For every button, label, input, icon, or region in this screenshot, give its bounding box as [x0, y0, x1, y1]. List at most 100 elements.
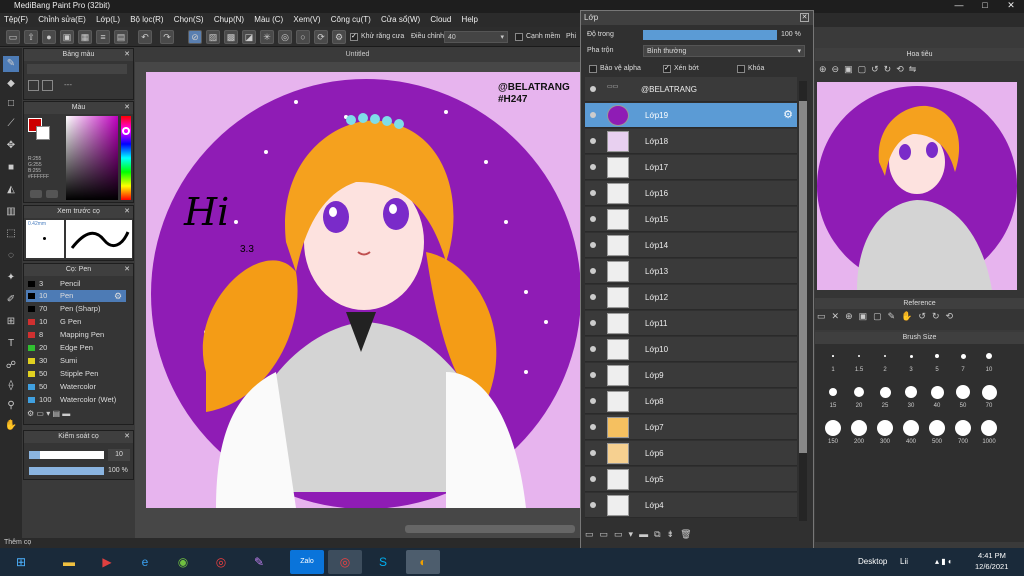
brush-size-dot[interactable] [879, 386, 891, 398]
paint-icon[interactable]: ✎ [242, 550, 276, 574]
close-icon[interactable]: ✕ [124, 102, 130, 114]
brush-size-dot[interactable] [883, 354, 887, 358]
layer-row[interactable]: Lớp13 [585, 259, 797, 284]
palette-file-icon[interactable] [42, 80, 53, 91]
delete-icon[interactable]: 🗑 [680, 529, 697, 539]
undo-icon[interactable]: ↶ [138, 30, 152, 44]
brush-size-dot[interactable] [981, 420, 997, 436]
menu-file[interactable]: Tệp(F) [0, 13, 32, 26]
visibility-icon[interactable] [590, 476, 596, 482]
menu-help[interactable]: Help [458, 13, 482, 26]
brush-item[interactable]: 50 Stipple Pen [26, 368, 126, 380]
visibility-icon[interactable] [590, 138, 596, 144]
layer-row[interactable]: Lớp7 [585, 415, 797, 440]
operation-tool-icon[interactable]: ☍ [3, 358, 19, 374]
antialias-checkbox[interactable] [350, 32, 358, 41]
skype-icon[interactable]: S [366, 550, 400, 574]
brush-item[interactable]: 10 G Pen [26, 316, 126, 328]
zoom-in-icon[interactable]: ⊕ [819, 64, 832, 74]
visibility-icon[interactable] [590, 242, 596, 248]
close-icon[interactable]: ✕ [124, 264, 130, 276]
brush-item[interactable]: 20 Edge Pen [26, 342, 126, 354]
brush-size-dot[interactable] [956, 385, 970, 399]
protect-alpha-checkbox[interactable] [589, 65, 597, 73]
clipping-checkbox[interactable] [663, 64, 671, 73]
color-mode-icon[interactable] [30, 190, 42, 198]
menu-color[interactable]: Màu (C) [250, 13, 287, 26]
ref-actual-icon[interactable]: ▢ [873, 311, 888, 321]
menu-view[interactable]: Xem(V) [289, 13, 324, 26]
navigator-thumbnail[interactable] [817, 82, 1017, 290]
palette-more-icon[interactable]: --- [64, 80, 72, 89]
visibility-icon[interactable] [590, 372, 596, 378]
layer-row[interactable]: Lớp16 [585, 181, 797, 206]
select-tool-icon[interactable]: ⬚ [3, 226, 19, 242]
ref-rotate-right-icon[interactable]: ↻ [932, 311, 946, 321]
duplicate-icon[interactable]: ⧉ [654, 529, 666, 539]
rotate-left-icon[interactable]: ↺ [871, 64, 884, 74]
brush-size-dot[interactable] [930, 385, 944, 399]
select-pen-tool-icon[interactable]: ✐ [3, 292, 19, 308]
opacity-slider[interactable] [29, 467, 104, 475]
language-indicator[interactable]: Lii [900, 557, 908, 566]
new-file-icon[interactable]: ▭ [6, 30, 20, 44]
brush-folder-icon[interactable]: ▬ [62, 409, 70, 418]
menu-window[interactable]: Cửa sổ(W) [377, 13, 424, 26]
brush-size-dot[interactable] [981, 384, 997, 400]
hand-tool-icon[interactable]: ✋ [3, 418, 19, 434]
zalo-icon[interactable]: Zalo [290, 550, 324, 574]
gradient-tool-icon[interactable]: ▥ [3, 204, 19, 220]
desktop-label[interactable]: Desktop [858, 557, 887, 566]
layer-row[interactable]: Lớp4 [585, 493, 797, 518]
close-icon[interactable]: ✕ [800, 13, 809, 22]
blend-mode-select[interactable]: Bình thường ▾ [643, 45, 805, 57]
color-saturation-box[interactable] [66, 116, 118, 200]
lasso-tool-icon[interactable]: ◌ [3, 248, 19, 264]
layer-row[interactable]: Lớp12 [585, 285, 797, 310]
brush-item-selected[interactable]: 10 Pen ⚙ [26, 290, 126, 302]
flip-icon[interactable]: ⇋ [909, 64, 922, 74]
bucket-tool-icon[interactable]: ◭ [3, 182, 19, 198]
horizontal-scrollbar[interactable] [405, 525, 575, 533]
layer-scrollbar[interactable] [799, 81, 807, 521]
artwork-canvas[interactable]: @BELATRANG #H247 Hi 3.3 [146, 72, 580, 508]
divide-tool-icon[interactable]: ⊞ [3, 314, 19, 330]
save-icon[interactable]: ▣ [60, 30, 74, 44]
move-tool-icon[interactable]: ✥ [3, 138, 19, 154]
start-button-icon[interactable]: ⊞ [4, 550, 38, 574]
brush-size-dot[interactable] [854, 387, 864, 397]
rotate-right-icon[interactable]: ↻ [884, 64, 897, 74]
eraser-tool-icon[interactable]: ◆ [3, 76, 19, 92]
soft-edge-checkbox[interactable] [515, 33, 523, 41]
brush-size-dot[interactable] [960, 353, 966, 359]
parallel-snap-icon[interactable]: ▨ [206, 30, 220, 44]
brush-size-dot[interactable] [858, 355, 860, 357]
visibility-icon[interactable] [590, 190, 596, 196]
ref-reset-icon[interactable]: ⟲ [946, 311, 960, 321]
cross-snap-icon[interactable]: ▩ [224, 30, 238, 44]
visibility-icon[interactable] [590, 398, 596, 404]
coccoc-icon[interactable]: ◉ [166, 550, 200, 574]
layer-row[interactable]: Lớp10 [585, 337, 797, 362]
line-tool-icon[interactable]: ⟋ [3, 116, 19, 132]
open-icon[interactable]: ⇧ [24, 30, 38, 44]
background-color-swatch[interactable] [36, 126, 50, 140]
layer-row[interactable]: Lớp5 [585, 467, 797, 492]
layer-row[interactable]: Lớp17 [585, 155, 797, 180]
layer-row[interactable]: Lớp15 [585, 207, 797, 232]
brush-item[interactable]: 100 Watercolor (Wet) [26, 394, 126, 406]
visibility-icon[interactable] [590, 450, 596, 456]
curve-snap-icon[interactable]: ⟳ [314, 30, 328, 44]
gear-icon[interactable]: ⚙ [114, 290, 122, 302]
brush-size-dot[interactable] [825, 420, 841, 436]
layer-row[interactable]: Lớp14 [585, 233, 797, 258]
new-layer-icon[interactable]: ▭ [585, 529, 600, 539]
merge-icon[interactable]: ⇟ [667, 529, 681, 539]
brush-item[interactable]: 8 Mapping Pen [26, 329, 126, 341]
brush-size-dot[interactable] [903, 420, 919, 436]
brush-size-dot[interactable] [929, 420, 945, 436]
palette-dropdown[interactable] [27, 64, 127, 74]
chrome-icon[interactable]: ◎ [204, 550, 238, 574]
magic-wand-tool-icon[interactable]: ✦ [3, 270, 19, 286]
folder-icon[interactable]: ▬ [639, 529, 654, 539]
